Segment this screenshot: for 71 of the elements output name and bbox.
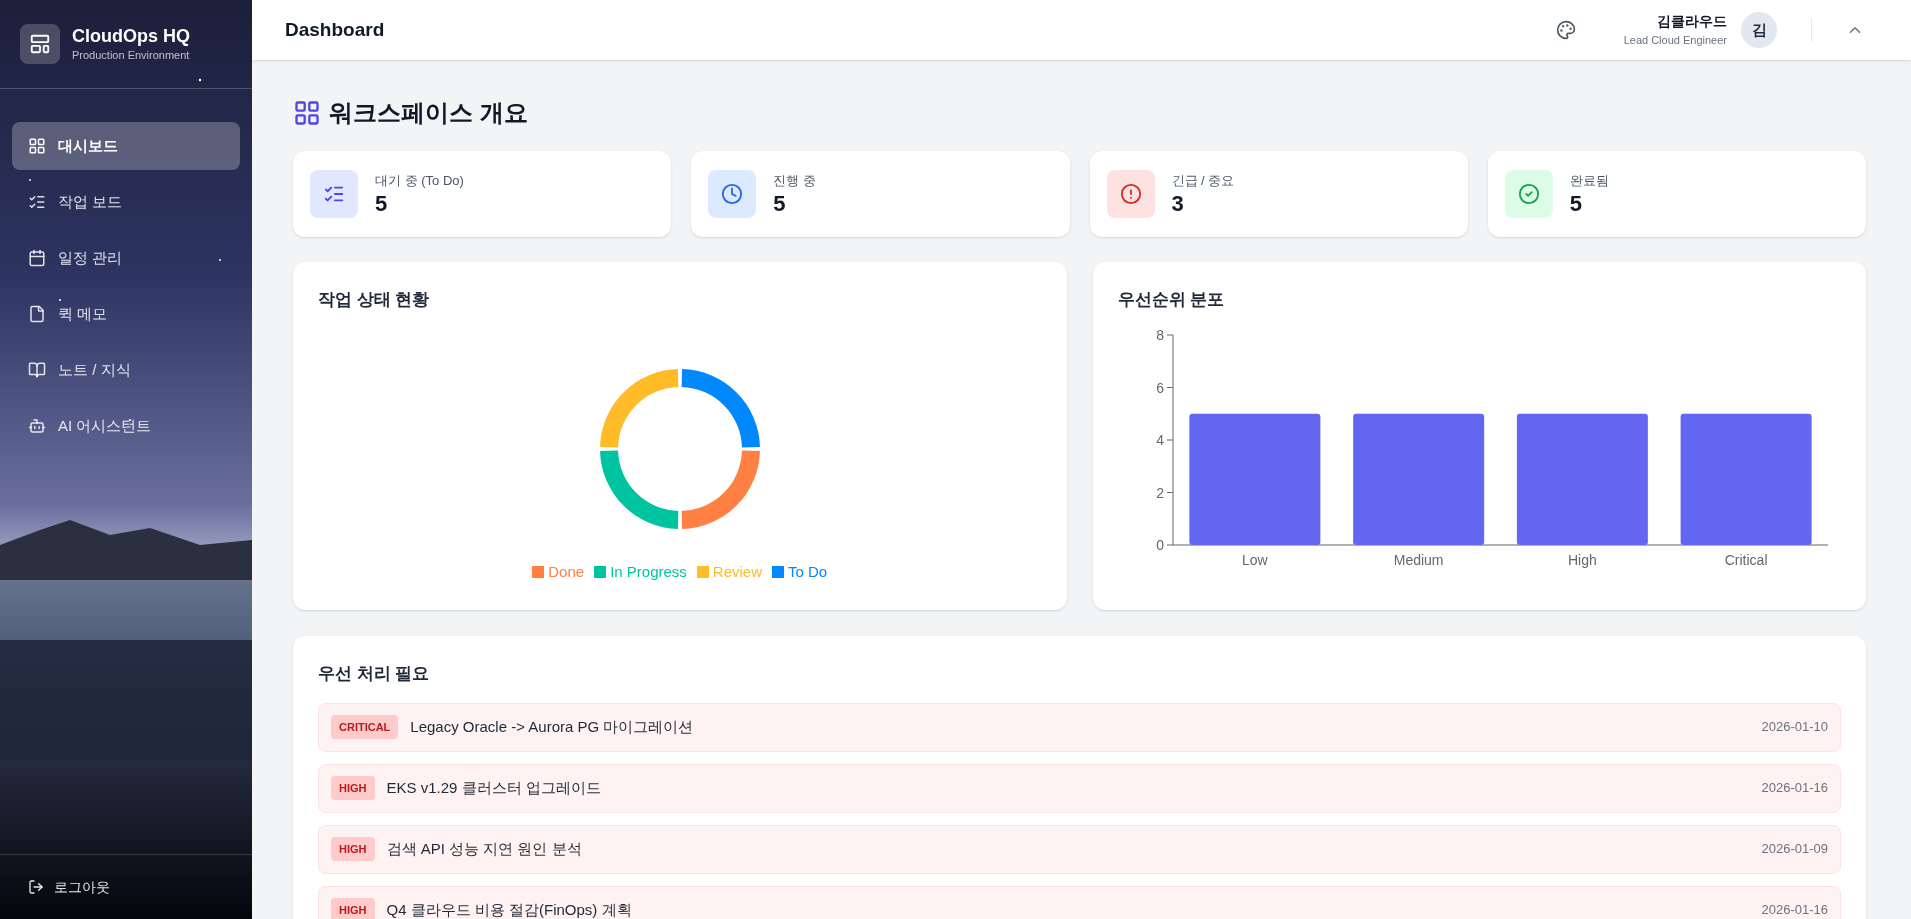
palette-icon[interactable] xyxy=(1555,20,1576,40)
checklist-icon xyxy=(28,193,46,211)
axis-tick-label: High xyxy=(1567,551,1597,568)
legend-swatch xyxy=(532,565,545,578)
legend-label: To Do xyxy=(788,561,828,582)
legend-label: Review xyxy=(712,561,763,582)
user-name: 김클라우드 xyxy=(1657,12,1727,32)
task-title: Q4 클라우드 비용 절감(FinOps) 계획 xyxy=(386,899,633,919)
legend-swatch xyxy=(772,565,785,578)
stat-label: 대기 중 (To Do) xyxy=(375,171,464,190)
alert-icon xyxy=(1119,183,1142,205)
task-row[interactable]: HIGH EKS v1.29 클러스터 업그레이드 2026-01-16 xyxy=(318,763,1841,813)
nav-item[interactable]: 대시보드 xyxy=(12,122,240,170)
priority-badge: CRITICAL xyxy=(331,714,399,740)
priority-badge: HIGH xyxy=(331,897,375,919)
axis-tick-label: Low xyxy=(1241,551,1268,568)
nav-item[interactable]: 작업 보드 xyxy=(12,178,240,226)
clock-icon xyxy=(721,183,744,205)
axis-tick-label: Critical xyxy=(1724,551,1767,568)
legend-swatch xyxy=(594,565,607,578)
legend-label: In Progress xyxy=(610,561,687,582)
legend-swatch xyxy=(696,565,709,578)
brand-subtitle: Production Environment xyxy=(72,48,190,63)
stat-value: 3 xyxy=(1171,190,1185,218)
task-date: 2026-01-16 xyxy=(1761,901,1828,919)
nav-item[interactable]: 퀵 메모 xyxy=(12,290,240,338)
robot-icon xyxy=(28,417,46,435)
legend-label: Done xyxy=(548,561,585,582)
layout-icon xyxy=(29,33,51,55)
stat-value: 5 xyxy=(773,190,787,218)
check-circle-icon xyxy=(1517,183,1540,205)
task-title: Legacy Oracle -> Aurora PG 마이그레이션 xyxy=(410,716,695,737)
task-date: 2026-01-09 xyxy=(1761,840,1828,859)
logout-button[interactable]: 로그아웃 xyxy=(28,876,110,898)
avatar[interactable]: 김 xyxy=(1741,12,1777,48)
axis-tick-label: Medium xyxy=(1393,551,1443,568)
nav-item[interactable]: 노트 / 지식 xyxy=(12,346,240,394)
axis-tick-label: 8 xyxy=(1155,326,1164,343)
card-title: 우선 처리 필요 xyxy=(318,663,431,685)
book-icon xyxy=(28,361,46,379)
stat-label: 완료됨 xyxy=(1569,171,1609,190)
task-title: EKS v1.29 클러스터 업그레이드 xyxy=(386,777,602,798)
grid-icon xyxy=(293,99,321,127)
stat-label: 진행 중 xyxy=(773,171,816,190)
card-title: 작업 상태 현황 xyxy=(318,289,431,311)
brand-name: CloudOps HQ xyxy=(72,24,190,47)
stat-value: 5 xyxy=(375,190,389,218)
axis-tick-label: 2 xyxy=(1155,484,1164,500)
axis-tick-label: 0 xyxy=(1155,536,1164,553)
grid-icon xyxy=(28,137,46,155)
priority-badge: HIGH xyxy=(331,775,375,801)
user-role: Lead Cloud Engineer xyxy=(1623,33,1727,49)
logout-icon xyxy=(28,879,44,895)
card-title: 우선순위 분포 xyxy=(1117,289,1226,311)
nav-item[interactable]: AI 어시스턴트 xyxy=(12,402,240,450)
page-header-title: Dashboard xyxy=(285,17,385,42)
task-date: 2026-01-16 xyxy=(1761,779,1828,798)
axis-tick-label: 4 xyxy=(1155,431,1164,448)
priority-badge: HIGH xyxy=(331,836,375,862)
task-row[interactable]: CRITICAL Legacy Oracle -> Aurora PG 마이그레이션 2026-01-10 xyxy=(318,702,1841,752)
section-title: 워크스페이스 개요 xyxy=(329,98,528,128)
task-title: 검색 API 성능 지연 원인 분석 xyxy=(386,838,583,859)
task-date: 2026-01-10 xyxy=(1761,718,1828,737)
task-row[interactable]: HIGH Q4 클라우드 비용 절감(FinOps) 계획 2026-01-16 xyxy=(318,885,1841,919)
stat-label: 긴급 / 중요 xyxy=(1171,171,1235,190)
task-row[interactable]: HIGH 검색 API 성능 지연 원인 분석 2026-01-09 xyxy=(318,824,1841,874)
nav-item[interactable]: 일정 관리 xyxy=(12,234,240,282)
stat-value: 5 xyxy=(1569,190,1583,218)
axis-tick-label: 6 xyxy=(1155,379,1164,395)
note-icon xyxy=(28,305,46,323)
calendar-icon xyxy=(28,249,46,267)
